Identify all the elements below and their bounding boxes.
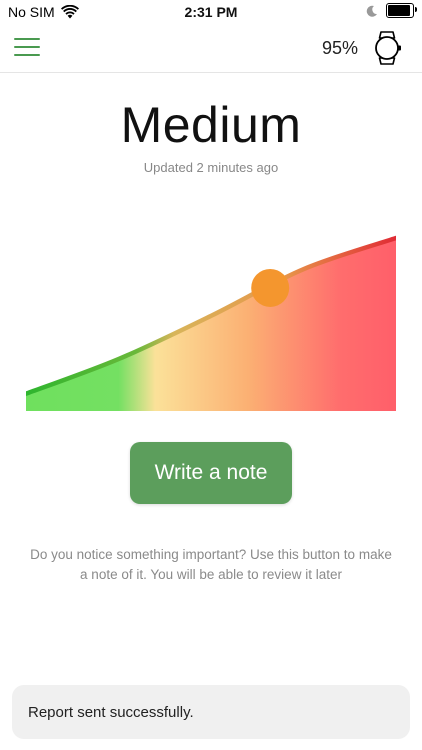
status-level-title: Medium [120, 97, 302, 153]
menu-button[interactable] [14, 38, 42, 58]
chart-area [26, 238, 396, 411]
smartwatch-icon[interactable] [370, 30, 404, 66]
hamburger-menu-icon [14, 38, 40, 40]
battery-fill [388, 5, 410, 16]
moon-icon [366, 5, 377, 17]
help-text: Do you notice something important? Use t… [30, 547, 392, 582]
write-note-button[interactable]: Write a note [130, 442, 292, 504]
level-chart [26, 235, 396, 411]
app-header: 95% [0, 24, 422, 73]
menu-line [14, 46, 40, 48]
current-level-marker [251, 268, 290, 307]
toast-notification: Report sent successfully. [12, 685, 410, 739]
status-indicators [366, 3, 417, 18]
status-bar: No SIM 2:31 PM [0, 0, 422, 24]
toast-message: Report sent successfully. [28, 703, 194, 721]
menu-line [14, 54, 40, 56]
device-battery-percent: 95% [321, 38, 358, 58]
battery-icon [386, 3, 417, 18]
status-time: 2:31 PM [184, 4, 238, 20]
updated-timestamp: Updated 2 minutes ago [143, 160, 279, 175]
